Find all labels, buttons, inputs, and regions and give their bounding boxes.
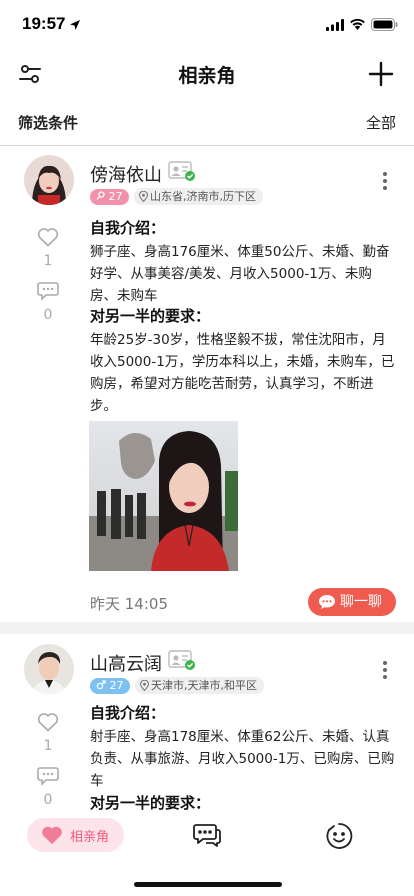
status-bar: 19:57 <box>0 0 414 48</box>
heart-icon[interactable] <box>37 227 59 247</box>
more-vertical-icon[interactable] <box>378 658 392 682</box>
post-divider <box>0 622 414 634</box>
signal-icon <box>326 16 344 35</box>
post-time: 昨天 14:05 <box>90 595 168 613</box>
location-text: 天津市,天津市,和平区 <box>151 679 257 692</box>
requirement-heading: 对另一半的要求： <box>90 307 211 325</box>
post-photo[interactable] <box>89 421 238 571</box>
messages-icon[interactable] <box>193 822 221 848</box>
comment-icon[interactable] <box>37 766 59 786</box>
smiley-icon[interactable] <box>325 822 353 850</box>
like-action[interactable]: 1 <box>30 227 66 269</box>
divider <box>0 145 414 146</box>
age-value: 27 <box>108 190 123 203</box>
page-title: 相亲角 <box>178 65 236 87</box>
location-pin-icon <box>138 190 149 203</box>
like-count: 1 <box>43 253 53 269</box>
tab-home-label: 相亲角 <box>70 830 110 845</box>
comment-action[interactable]: 0 <box>30 766 66 808</box>
comment-count: 0 <box>43 792 53 808</box>
username[interactable]: 傍海依山 <box>90 161 162 187</box>
status-time: 19:57 <box>22 14 66 33</box>
location-text: 山东省,济南市,历下区 <box>150 190 256 203</box>
tab-home[interactable]: 相亲角 <box>27 818 124 852</box>
username[interactable]: 山高云阔 <box>90 650 162 676</box>
age-value: 27 <box>109 679 124 692</box>
battery-icon <box>371 16 398 35</box>
female-icon <box>96 191 105 200</box>
male-icon <box>96 680 106 690</box>
comment-count: 0 <box>43 307 53 323</box>
location-pin-icon <box>139 679 150 692</box>
age-badge: 27 <box>90 678 130 694</box>
filter-row[interactable]: 筛选条件 全部 <box>0 104 414 142</box>
more-vertical-icon[interactable] <box>378 169 392 193</box>
like-count: 1 <box>43 738 53 754</box>
comment-icon[interactable] <box>37 281 59 301</box>
post-card: 傍海依山 27 山东省,济南市,历下区 1 0 自我介绍： 狮子座、身高176厘… <box>0 147 414 619</box>
location-badge: 山东省,济南市,历下区 <box>134 188 263 205</box>
age-badge: 27 <box>90 189 129 205</box>
filter-label: 筛选条件 <box>18 114 79 132</box>
comment-action[interactable]: 0 <box>30 281 66 323</box>
chat-button-label: 聊一聊 <box>340 594 382 610</box>
id-verified-icon <box>168 649 196 671</box>
location-badge: 天津市,天津市,和平区 <box>135 677 264 694</box>
avatar[interactable] <box>24 644 74 694</box>
home-indicator <box>134 882 282 887</box>
chat-bubble-icon <box>319 595 335 609</box>
heart-icon[interactable] <box>37 712 59 732</box>
filter-value[interactable]: 全部 <box>366 112 396 133</box>
post-card: 山高云阔 27 天津市,天津市,和平区 1 0 自我介绍： 射手座、身高178厘… <box>0 636 414 816</box>
intro-heading: 自我介绍： <box>90 704 166 722</box>
heart-icon <box>42 826 62 844</box>
intro-text: 射手座、身高178厘米、体重62公斤、未婚、认真负责、从事旅游、月收入5000-… <box>90 729 395 789</box>
nav-bar: 相亲角 <box>0 52 414 96</box>
plus-icon[interactable] <box>368 61 394 87</box>
id-verified-icon <box>168 160 196 182</box>
chat-button[interactable]: 聊一聊 <box>308 588 396 616</box>
location-arrow-icon <box>69 16 81 35</box>
intro-heading: 自我介绍： <box>90 219 166 237</box>
wifi-icon <box>349 15 366 34</box>
requirement-text: 年龄25岁-30岁，性格坚毅不拔，常住沈阳市，月收入5000-1万，学历本科以上… <box>90 332 395 414</box>
like-action[interactable]: 1 <box>30 712 66 754</box>
intro-text: 狮子座、身高176厘米、体重50公斤、未婚、勤奋好学、从事美容/美发、月收入50… <box>90 244 390 304</box>
avatar[interactable] <box>24 155 74 205</box>
